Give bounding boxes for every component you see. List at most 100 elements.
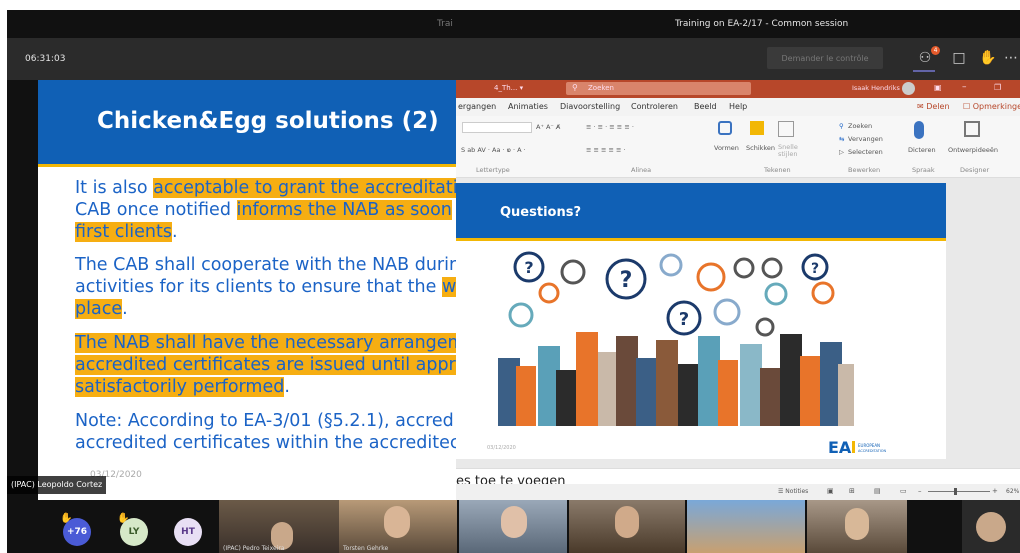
font-size-select[interactable] — [462, 122, 532, 133]
highlighted-text: acceptable to grant the accreditati — [153, 178, 456, 198]
self-video-tile[interactable] — [962, 500, 1020, 553]
view-sorter-icon[interactable]: ⊞ — [849, 487, 855, 495]
view-reading-icon[interactable]: ▤ — [874, 487, 881, 495]
text-segment: Note: According to EA-3/01 (§5.2.1), acc… — [75, 411, 454, 431]
replace-icon[interactable]: ⇆ — [839, 135, 844, 143]
tab-overgangen[interactable]: ergangen — [458, 102, 496, 111]
arrange-icon[interactable] — [750, 121, 764, 135]
participant-avatar-ly[interactable]: LY — [120, 518, 148, 546]
user-avatar[interactable] — [902, 82, 915, 95]
text-segment: activities for its clients to ensure tha… — [75, 277, 442, 297]
restore-icon[interactable]: ❐ — [994, 83, 1001, 92]
file-name[interactable]: 4_Th... ▾ — [494, 84, 523, 92]
participant-strip: ✋ +76 ✋ LY HT (IPAC) Pedro Teixeira Tors… — [7, 500, 1020, 553]
participant-video-tile[interactable]: Torsten Gehrke — [339, 500, 457, 553]
designer-icon[interactable] — [964, 121, 980, 137]
select-icon[interactable]: ▷ — [839, 148, 844, 156]
highlighted-text: accredited certificates are issued until… — [75, 355, 456, 375]
slide-text-line: accredited certificates within the accre… — [75, 432, 456, 454]
designer-button[interactable]: Ontwerpideeën — [948, 146, 998, 154]
tab-animaties[interactable]: Animaties — [508, 102, 548, 111]
share-button[interactable]: ✉ Delen — [917, 102, 950, 111]
participant-video-tile[interactable] — [807, 500, 907, 553]
replace-button[interactable]: Vervangen — [848, 135, 883, 143]
highlighted-text: place — [75, 299, 123, 319]
video-margin — [7, 80, 38, 500]
group-bewerken: Bewerken — [848, 166, 881, 174]
participant-video-tile[interactable] — [569, 500, 685, 553]
slide-text-line: activities for its clients to ensure tha… — [75, 276, 456, 298]
slide-header: Chicken&Egg solutions (2) — [38, 80, 456, 164]
tab-help[interactable]: Help — [729, 102, 747, 111]
slide-accent-line — [38, 164, 456, 167]
search-box[interactable]: ⚲ Zoeken — [566, 82, 751, 95]
participant-face — [615, 506, 639, 538]
more-participants-button[interactable]: +76 — [63, 518, 91, 546]
svg-text:ACCREDITATION: ACCREDITATION — [858, 449, 887, 453]
font-grow-controls[interactable]: A⁺ A⁻ A̸ — [536, 123, 560, 131]
shapes-icon[interactable] — [718, 121, 732, 135]
participant-avatar-ht[interactable]: HT — [174, 518, 202, 546]
select-button[interactable]: Selecteren — [848, 148, 883, 156]
meeting-controls: 06:31:03 Demander le contrôle ⚇ 4 □ ✋ ⋯ — [7, 38, 1020, 80]
participant-face — [384, 506, 410, 538]
slide-title: Chicken&Egg solutions (2) — [97, 108, 439, 134]
slide-date: 03/12/2020 — [487, 445, 516, 451]
svg-text:EUROPEAN: EUROPEAN — [858, 443, 880, 448]
highlighted-text: informs the NAB as soon — [236, 200, 452, 220]
self-avatar — [976, 512, 1006, 542]
view-slideshow-icon[interactable]: ▭ — [900, 487, 907, 495]
request-control-button[interactable]: Demander le contrôle — [767, 47, 883, 69]
call-timer: 06:31:03 — [25, 54, 66, 64]
user-name: Isaak Hendriks — [852, 84, 900, 92]
ribbon: A⁺ A⁻ A̸ S ab AV · Aa · ⱷ · A · ≡ · ≡ · … — [456, 116, 1020, 178]
chat-icon[interactable]: □ — [951, 50, 967, 66]
zoom-in-button[interactable]: + — [992, 487, 998, 495]
paragraph-list-controls[interactable]: ≡ · ≡ · ≡ ≡ ≡ · — [586, 123, 634, 131]
text-segment: The CAB shall cooperate with the NAB dur… — [75, 255, 456, 275]
participant-face — [845, 508, 869, 540]
highlighted-text: w — [441, 277, 456, 297]
ppt-titlebar: 4_Th... ▾ ⚲ Zoeken Isaak Hendriks ▣ – ❐ — [456, 80, 1020, 98]
zoom-level[interactable]: 62% — [1006, 488, 1019, 495]
edited-slide[interactable]: Questions? ? ? ? ? 03/12/2020 EA EUROPEA… — [456, 183, 946, 459]
participant-video-tile[interactable] — [687, 500, 805, 553]
participant-video-tile[interactable]: (IPAC) Pedro Teixeira — [219, 500, 339, 553]
font-format-controls[interactable]: S ab AV · Aa · ⱷ · A · — [461, 146, 526, 154]
ea-logo: EA EUROPEAN ACCREDITATION — [828, 438, 898, 457]
powerpoint-window: 4_Th... ▾ ⚲ Zoeken Isaak Hendriks ▣ – ❐ … — [456, 80, 1020, 500]
zoom-slider[interactable] — [928, 491, 990, 492]
quick-styles-icon[interactable] — [778, 121, 794, 137]
status-bar: ☰ Notities ▣ ⊞ ▤ ▭ – + 62% — [456, 484, 1020, 500]
minimize-icon[interactable]: – — [962, 82, 967, 92]
find-button[interactable]: Zoeken — [848, 122, 872, 130]
svg-text:?: ? — [811, 261, 819, 277]
comments-button[interactable]: ☐ Opmerkingen — [963, 102, 1020, 111]
ribbon-display-icon[interactable]: ▣ — [934, 83, 942, 92]
slide-text-line: CAB once notified informs the NAB as soo… — [75, 199, 452, 221]
quick-styles-label: Snelle stijlen — [778, 143, 798, 158]
raise-hand-icon[interactable]: ✋ — [979, 50, 996, 66]
active-indicator — [913, 70, 935, 72]
zoom-out-button[interactable]: – — [918, 487, 922, 495]
tab-controleren[interactable]: Controleren — [631, 102, 678, 111]
dictate-button[interactable]: Dicteren — [908, 146, 936, 154]
shared-slide: Chicken&Egg solutions (2) It is also acc… — [38, 80, 456, 500]
highlighted-text: The NAB shall have the necessary arrange… — [75, 333, 456, 353]
notes-toggle[interactable]: ☰ Notities — [778, 488, 808, 495]
zoom-slider-thumb[interactable] — [954, 488, 957, 495]
view-normal-icon[interactable]: ▣ — [827, 487, 834, 495]
svg-text:EA: EA — [828, 438, 852, 456]
group-lettertype: Lettertype — [476, 166, 510, 174]
participant-video-tile[interactable] — [459, 500, 567, 553]
questions-hands-image: ? ? ? ? — [498, 248, 854, 426]
tab-diavoorstelling[interactable]: Diavoorstelling — [560, 102, 620, 111]
microphone-icon[interactable] — [914, 121, 924, 139]
tab-beeld[interactable]: Beeld — [694, 102, 717, 111]
slide-text-line: place. — [75, 298, 128, 320]
title-bar: Trai Training on EA-2/17 - Common sessio… — [7, 10, 1020, 38]
find-icon[interactable]: ⚲ — [839, 122, 844, 130]
highlighted-text: satisfactorily performed — [75, 377, 285, 397]
more-options-icon[interactable]: ⋯ — [1003, 50, 1019, 66]
paragraph-align-controls[interactable]: ≡ ≡ ≡ ≡ ≡ · — [586, 146, 626, 154]
